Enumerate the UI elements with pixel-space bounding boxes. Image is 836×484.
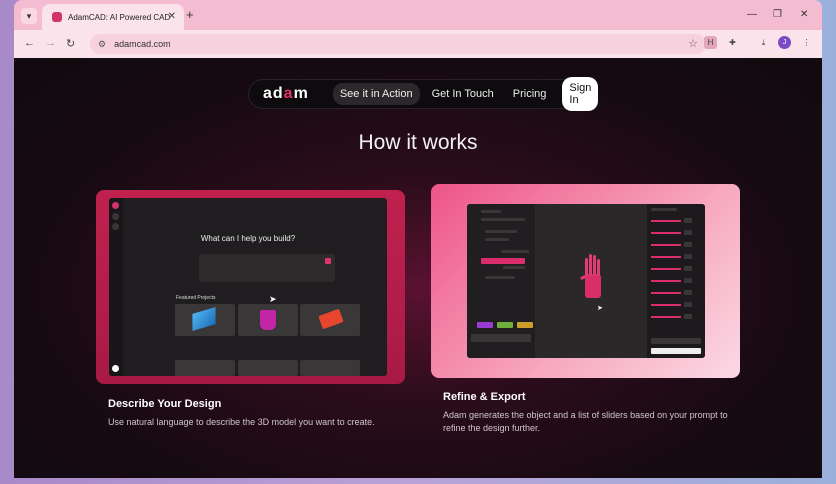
mock-project-tile	[300, 304, 360, 336]
url-text: adamcad.com	[114, 39, 171, 49]
site-navbar: adam See it in Action Get In Touch Prici…	[248, 77, 599, 111]
slider-value	[684, 230, 692, 235]
back-arrow-icon[interactable]: ←	[24, 37, 35, 49]
logo-accent: a	[283, 85, 294, 102]
blue-stand-icon	[192, 307, 216, 331]
slider-value	[684, 314, 692, 319]
tab-title: AdamCAD: AI Powered CAD	[68, 12, 171, 22]
mock-chip	[517, 322, 533, 328]
mock-line	[481, 210, 501, 213]
mock-select	[651, 338, 701, 344]
mock-project-tile	[238, 304, 298, 336]
mock-chip	[477, 322, 493, 328]
window-close-icon[interactable]: ✕	[800, 9, 808, 20]
adam-favicon-icon	[52, 12, 62, 22]
mock-project-tile	[300, 360, 360, 376]
mock-avatar-icon	[112, 365, 119, 372]
parameter-slider	[651, 316, 681, 318]
mock-project-tile	[238, 360, 298, 376]
mouse-cursor-icon: ➤	[269, 294, 277, 304]
mock-logo-icon	[112, 202, 119, 209]
bookmark-star-icon[interactable]: ☆	[688, 37, 698, 50]
parameter-slider	[651, 256, 681, 258]
tab-strip: ▾ AdamCAD: AI Powered CAD ✕ + — ❐ ✕	[14, 0, 822, 30]
nav-pricing[interactable]: Pricing	[506, 83, 554, 105]
reload-icon[interactable]: ↻	[66, 37, 75, 50]
address-bar[interactable]: ⚙ adamcad.com ☆	[90, 34, 706, 54]
download-icon[interactable]: ⤓	[757, 36, 770, 49]
mock-nav-icon	[112, 213, 119, 220]
mock-line	[651, 208, 677, 211]
mock-chat-panel	[467, 204, 535, 358]
mouse-cursor-icon: ➤	[597, 305, 603, 312]
section-title: How it works	[358, 131, 478, 154]
browser-tab[interactable]: AdamCAD: AI Powered CAD ✕	[42, 4, 184, 30]
mock-prompt-input	[199, 254, 335, 282]
minimize-icon[interactable]: —	[747, 9, 757, 20]
slider-value	[684, 218, 692, 223]
adam-logo[interactable]: adam	[263, 85, 309, 103]
logo-text: adam	[263, 85, 309, 102]
pink-candle-icon	[260, 310, 276, 330]
parameter-slider	[651, 304, 681, 306]
step-card-describe: What can I help you build? Featured Proj…	[96, 190, 405, 384]
mock-project-tile	[175, 360, 235, 376]
slider-value	[684, 254, 692, 259]
mock-line	[481, 218, 525, 221]
forward-arrow-icon[interactable]: →	[45, 37, 56, 49]
mock-featured-label: Featured Projects	[176, 295, 216, 301]
new-tab-plus-icon[interactable]: +	[186, 8, 194, 22]
close-icon[interactable]: ✕	[168, 11, 176, 22]
mock-tile-meta	[175, 337, 235, 347]
mock-download-button	[651, 348, 701, 354]
mock-chip	[497, 322, 513, 328]
browser-chrome: ▾ AdamCAD: AI Powered CAD ✕ + — ❐ ✕ ← → …	[14, 0, 822, 58]
pink-hand-model-icon	[580, 254, 601, 298]
mock-nav-icon	[112, 223, 119, 230]
mock-bubble	[481, 258, 525, 264]
step-description-describe: Use natural language to describe the 3D …	[108, 417, 375, 427]
sign-in-button[interactable]: Sign In	[562, 77, 599, 111]
step-title-describe: Describe Your Design	[108, 398, 222, 410]
page-viewport: adam See it in Action Get In Touch Prici…	[14, 58, 822, 478]
parameter-slider	[651, 232, 681, 234]
extension-h-icon[interactable]: H	[704, 36, 717, 49]
mock-line	[501, 250, 529, 253]
slider-value	[684, 242, 692, 247]
step-title-refine: Refine & Export	[443, 391, 526, 403]
mock-line	[503, 266, 525, 269]
extensions-puzzle-icon[interactable]: ✚	[726, 36, 739, 49]
slider-value	[684, 278, 692, 283]
step-card-refine: ➤	[431, 184, 740, 378]
parameter-slider	[651, 280, 681, 282]
slider-value	[684, 290, 692, 295]
site-settings-icon[interactable]: ⚙	[98, 39, 106, 50]
parameter-slider	[651, 292, 681, 294]
mock-input	[471, 334, 531, 342]
step-description-refine: Adam generates the object and a list of …	[443, 410, 728, 433]
mock-line	[485, 238, 509, 241]
parameter-slider	[651, 268, 681, 270]
mock-project-tile	[175, 304, 235, 336]
mock-line	[485, 230, 517, 233]
nav-get-in-touch[interactable]: Get In Touch	[425, 83, 501, 105]
menu-kebab-icon[interactable]: ⋮	[800, 36, 813, 49]
slider-value	[684, 302, 692, 307]
brick-icon	[318, 308, 344, 330]
parameter-slider	[651, 220, 681, 222]
app-screenshot-refine: ➤	[467, 204, 705, 358]
mock-sidebar	[109, 198, 123, 376]
browser-toolbar: ← → ↻ ⚙ adamcad.com ☆ H ✚ ⤓ J ⋮	[14, 30, 822, 58]
profile-avatar[interactable]: J	[778, 36, 791, 49]
slider-value	[684, 266, 692, 271]
maximize-icon[interactable]: ❐	[773, 9, 782, 20]
send-icon	[325, 258, 331, 264]
tab-search-button[interactable]: ▾	[21, 8, 37, 24]
mock-parameters-panel	[647, 204, 705, 358]
nav-see-it-in-action[interactable]: See it in Action	[332, 83, 420, 105]
app-screenshot-describe: What can I help you build? Featured Proj…	[109, 198, 387, 376]
mock-question: What can I help you build?	[200, 234, 296, 243]
parameter-slider	[651, 244, 681, 246]
mock-line	[485, 276, 515, 279]
